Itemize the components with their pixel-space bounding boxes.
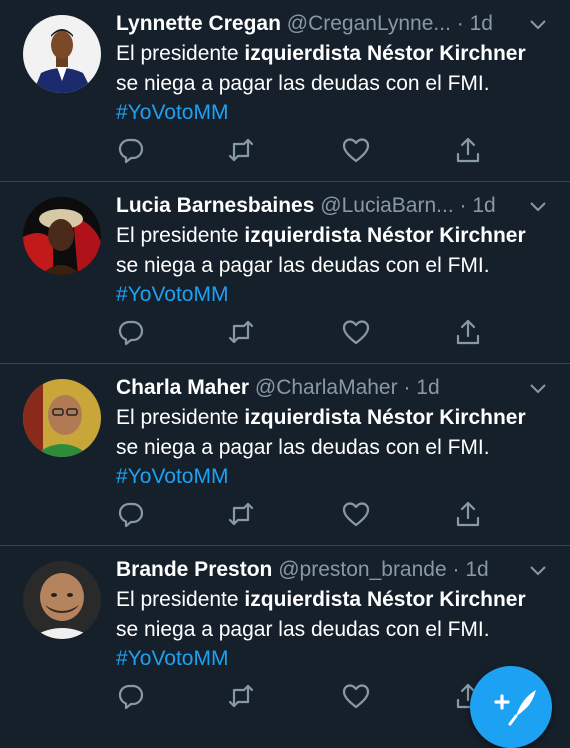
reply-icon[interactable] (116, 135, 146, 165)
avatar[interactable] (23, 197, 101, 275)
tweet-text-bold: izquierdista Néstor Kirchner (244, 588, 526, 611)
tweet-header: Brande Preston @preston_brande · 1d (116, 556, 514, 584)
tweet-text-rest: se niega a pagar las deudas con el FMI. (116, 435, 490, 459)
timestamp[interactable]: 1d (472, 194, 495, 217)
user-handle[interactable]: @LuciaBarn... (320, 194, 453, 217)
retweet-icon[interactable] (226, 135, 256, 165)
avatar-woman-image (23, 197, 101, 275)
tweet-text: El presidente izquierdista Néstor Kirchn… (116, 39, 536, 128)
avatar[interactable] (23, 379, 101, 457)
timestamp[interactable]: 1d (465, 558, 488, 581)
user-handle[interactable]: @CreganLynne... (287, 12, 451, 35)
avatar-man-glasses-image (23, 379, 101, 457)
heart-icon[interactable] (341, 681, 371, 711)
compose-tweet-icon (494, 690, 536, 726)
reply-icon[interactable] (116, 317, 146, 347)
tweet-actions (116, 681, 496, 711)
tweet-text-bold: izquierdista Néstor Kirchner (244, 42, 526, 65)
heart-icon[interactable] (341, 499, 371, 529)
hashtag-link[interactable]: #YoVotoMM (116, 465, 228, 488)
chevron-down-icon[interactable] (528, 378, 548, 398)
tweet-text-bold: izquierdista Néstor Kirchner (244, 406, 526, 429)
heart-icon[interactable] (341, 317, 371, 347)
timeline-feed: Lynnette Cregan @CreganLynne... · 1d El … (0, 0, 570, 728)
reply-icon[interactable] (116, 681, 146, 711)
compose-tweet-button[interactable] (470, 666, 552, 748)
reply-icon[interactable] (116, 499, 146, 529)
hashtag-link[interactable]: #YoVotoMM (116, 283, 228, 306)
timestamp[interactable]: 1d (470, 12, 493, 35)
tweet-text-prefix: El presidente (116, 406, 245, 429)
tweet-text-prefix: El presidente (116, 42, 245, 65)
display-name[interactable]: Lynnette Cregan (116, 12, 281, 35)
tweet[interactable]: Lucia Barnesbaines @LuciaBarn... · 1d El… (0, 182, 570, 364)
tweet-text-bold: izquierdista Néstor Kirchner (244, 224, 526, 247)
display-name[interactable]: Lucia Barnesbaines (116, 194, 314, 217)
separator-dot: · (397, 376, 417, 399)
hashtag-link[interactable]: #YoVotoMM (116, 101, 228, 124)
tweet-header: Charla Maher @CharlaMaher · 1d (116, 374, 514, 402)
user-handle[interactable]: @preston_brande (278, 558, 446, 581)
tweet-header: Lucia Barnesbaines @LuciaBarn... · 1d (116, 192, 514, 220)
tweet-text: El presidente izquierdista Néstor Kirchn… (116, 585, 536, 674)
tweet-text-rest: se niega a pagar las deudas con el FMI. (116, 617, 490, 641)
share-icon[interactable] (453, 317, 483, 347)
tweet-text-prefix: El presidente (116, 224, 245, 247)
separator-dot: · (453, 194, 473, 217)
user-handle[interactable]: @CharlaMaher (255, 376, 398, 399)
avatar[interactable] (23, 15, 101, 93)
tweet-text-prefix: El presidente (116, 588, 245, 611)
tweet-text-rest: se niega a pagar las deudas con el FMI. (116, 71, 490, 95)
heart-icon[interactable] (341, 135, 371, 165)
separator-dot: · (450, 12, 470, 35)
share-icon[interactable] (453, 499, 483, 529)
display-name[interactable]: Brande Preston (116, 558, 272, 581)
tweet-actions (116, 317, 496, 347)
tweet-text: El presidente izquierdista Néstor Kirchn… (116, 403, 536, 492)
avatar-man-bald-image (23, 561, 101, 639)
retweet-icon[interactable] (226, 681, 256, 711)
avatar-man-suit-image (23, 15, 101, 93)
tweet-actions (116, 499, 496, 529)
hashtag-link[interactable]: #YoVotoMM (116, 647, 228, 670)
retweet-icon[interactable] (226, 499, 256, 529)
share-icon[interactable] (453, 135, 483, 165)
avatar[interactable] (23, 561, 101, 639)
tweet-header: Lynnette Cregan @CreganLynne... · 1d (116, 10, 514, 38)
tweet[interactable]: Charla Maher @CharlaMaher · 1d El presid… (0, 364, 570, 546)
retweet-icon[interactable] (226, 317, 256, 347)
tweet[interactable]: Lynnette Cregan @CreganLynne... · 1d El … (0, 0, 570, 182)
tweet-text: El presidente izquierdista Néstor Kirchn… (116, 221, 536, 310)
chevron-down-icon[interactable] (528, 560, 548, 580)
tweet-text-rest: se niega a pagar las deudas con el FMI. (116, 253, 490, 277)
tweet-actions (116, 135, 496, 165)
chevron-down-icon[interactable] (528, 14, 548, 34)
display-name[interactable]: Charla Maher (116, 376, 249, 399)
timestamp[interactable]: 1d (416, 376, 439, 399)
chevron-down-icon[interactable] (528, 196, 548, 216)
separator-dot: · (446, 558, 466, 581)
